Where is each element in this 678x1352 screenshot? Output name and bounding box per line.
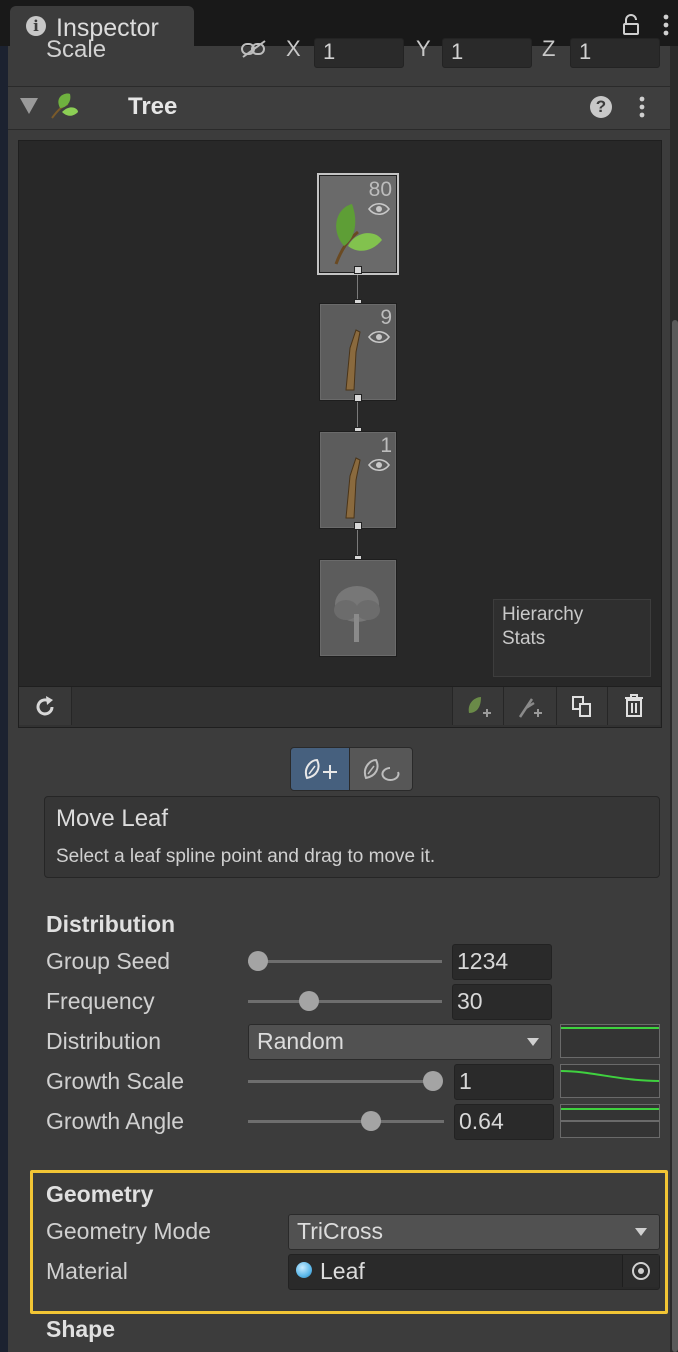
trash-icon: [625, 694, 643, 717]
tree-icon: [334, 586, 380, 642]
shape-section-label: Shape: [46, 1316, 116, 1342]
mode-help-text: Select a leaf spline point and drag to m…: [56, 846, 436, 867]
material-value: Leaf: [320, 1258, 365, 1284]
growth-angle-field[interactable]: 0.64: [454, 1104, 554, 1140]
scale-z-label: Z: [542, 36, 556, 61]
eye-icon[interactable]: [368, 330, 390, 344]
geometry-section-label: Geometry: [46, 1181, 154, 1207]
frequency-slider[interactable]: [248, 1000, 442, 1003]
add-leaf-icon: [468, 697, 491, 717]
group-seed-slider[interactable]: [248, 960, 442, 963]
node-branch-group[interactable]: 1: [319, 431, 397, 529]
geometry-mode-label: Geometry Mode: [46, 1218, 211, 1244]
rotate-leaf-icon: [364, 758, 400, 781]
scale-z-value: 1: [579, 39, 592, 64]
refresh-button[interactable]: [19, 687, 72, 725]
growth-angle-value: 0.64: [459, 1108, 504, 1134]
geometry-mode-value: TriCross: [297, 1218, 384, 1244]
scale-z-field[interactable]: 1: [570, 38, 660, 68]
material-sphere-icon: [296, 1262, 312, 1278]
scale-x-field[interactable]: 1: [314, 38, 404, 68]
tree-leaf-icon: [51, 93, 78, 119]
scrollbar-thumb[interactable]: [672, 320, 678, 1352]
node-tree-root[interactable]: [319, 559, 397, 657]
kebab-menu-icon[interactable]: [632, 94, 652, 120]
distribution-dropdown[interactable]: Random: [248, 1024, 552, 1060]
scale-y-label: Y: [416, 36, 431, 61]
refresh-icon: [36, 696, 54, 716]
hierarchy-stats: Hierarchy Stats: [493, 599, 651, 677]
distribution-curve[interactable]: [560, 1024, 660, 1058]
object-picker-icon: [632, 1262, 650, 1280]
stats-line-1: Hierarchy: [502, 604, 584, 625]
window-edge: [0, 46, 8, 1352]
branch-icon: [345, 457, 361, 519]
connector-dot: [354, 266, 362, 274]
distribution-value: Random: [257, 1028, 344, 1054]
node-count: 9: [380, 306, 392, 329]
delete-button[interactable]: [607, 687, 660, 725]
group-seed-value: 1234: [457, 948, 509, 974]
frequency-value: 30: [457, 988, 483, 1014]
duplicate-button[interactable]: [556, 687, 607, 725]
eye-icon[interactable]: [368, 458, 390, 472]
frequency-field[interactable]: 30: [452, 984, 552, 1020]
stats-line-2: Stats: [502, 628, 546, 649]
branch-icon: [345, 329, 361, 391]
move-leaf-icon: [305, 758, 337, 780]
object-picker-button[interactable]: [622, 1255, 659, 1287]
distribution-label: Distribution: [46, 1028, 162, 1054]
duplicate-icon: [572, 696, 591, 717]
scale-x-value: 1: [323, 39, 336, 64]
growth-scale-slider-knob[interactable]: [423, 1071, 443, 1091]
lock-icon[interactable]: [620, 14, 642, 36]
growth-scale-value: 1: [459, 1068, 472, 1094]
add-leaf-button[interactable]: [452, 687, 503, 725]
geometry-mode-dropdown[interactable]: TriCross: [288, 1214, 660, 1250]
frequency-label: Frequency: [46, 988, 155, 1014]
move-leaf-mode-button[interactable]: [290, 747, 350, 791]
scale-x-label: X: [286, 36, 301, 61]
growth-angle-curve[interactable]: [560, 1104, 660, 1138]
component-title: Tree: [128, 93, 178, 120]
component-header[interactable]: [8, 86, 670, 130]
chevron-down-icon: [527, 1038, 539, 1046]
connector-dot: [354, 394, 362, 402]
foldout-arrow-icon[interactable]: [20, 98, 38, 114]
rotate-leaf-mode-button[interactable]: [349, 747, 413, 791]
scale-label: Scale: [46, 36, 107, 63]
node-count: 80: [368, 178, 392, 201]
node-leaf-group[interactable]: 80: [319, 175, 397, 273]
chevron-down-icon: [635, 1228, 647, 1236]
group-seed-label: Group Seed: [46, 948, 171, 974]
leaf-icon: [334, 204, 382, 265]
node-branch-group[interactable]: 9: [319, 303, 397, 401]
group-seed-field[interactable]: 1234: [452, 944, 552, 980]
growth-angle-slider-knob[interactable]: [361, 1111, 381, 1131]
frequency-slider-knob[interactable]: [299, 991, 319, 1011]
connector-dot: [354, 522, 362, 530]
add-branch-button[interactable]: [503, 687, 556, 725]
distribution-section-label: Distribution: [46, 911, 176, 937]
growth-scale-field[interactable]: 1: [454, 1064, 554, 1100]
help-icon[interactable]: ?: [590, 96, 612, 118]
growth-scale-label: Growth Scale: [46, 1068, 185, 1094]
growth-angle-label: Growth Angle: [46, 1108, 185, 1134]
tree-hierarchy-view[interactable]: 80 9 1 Hierarchy Stats: [18, 140, 662, 688]
mode-help-title: Move Leaf: [56, 805, 169, 832]
growth-scale-slider[interactable]: [248, 1080, 442, 1083]
info-icon: i: [26, 16, 46, 36]
scale-y-field[interactable]: 1: [442, 38, 532, 68]
kebab-menu-icon[interactable]: [656, 12, 676, 38]
material-label: Material: [46, 1258, 128, 1284]
growth-angle-slider[interactable]: [248, 1120, 444, 1123]
scale-y-value: 1: [451, 39, 464, 64]
link-icon[interactable]: [240, 40, 268, 60]
add-branch-icon: [518, 698, 542, 718]
growth-scale-curve[interactable]: [560, 1064, 660, 1098]
group-seed-slider-knob[interactable]: [248, 951, 268, 971]
node-count: 1: [380, 434, 392, 457]
